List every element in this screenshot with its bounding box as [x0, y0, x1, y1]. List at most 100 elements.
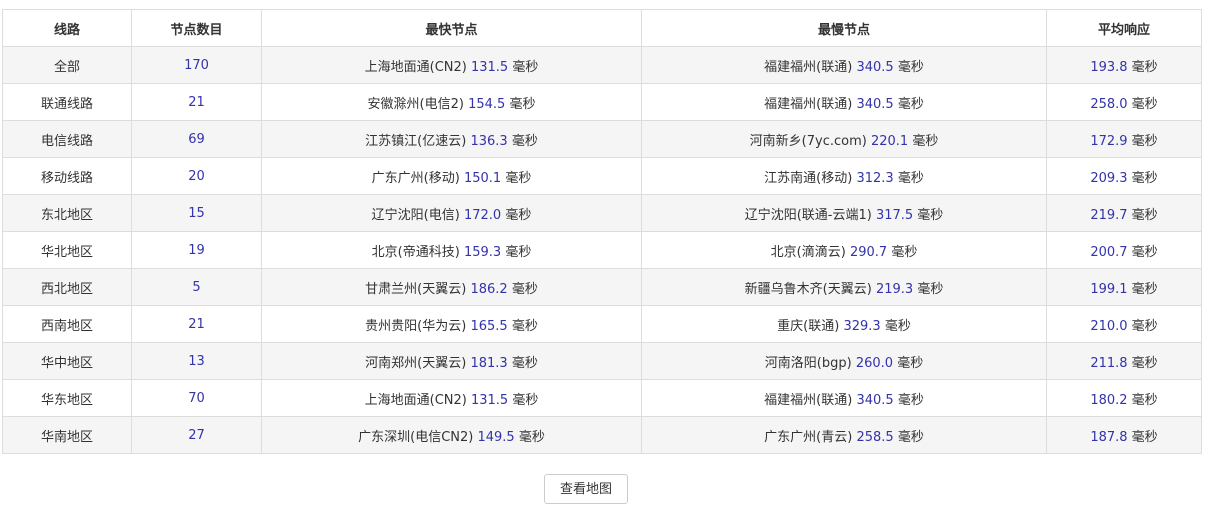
unit-label: 毫秒: [917, 281, 944, 297]
cell-count: 15: [131, 194, 262, 232]
view-map-button[interactable]: 查看地图: [544, 474, 628, 504]
fastest-node-ms: 150.1: [463, 170, 502, 186]
table-row: 华东地区 70 上海地面通(CN2) 131.5 毫秒 福建福州(联通) 340.5 …: [2, 379, 1202, 417]
cell-line: 西南地区: [2, 305, 132, 343]
fastest-node-name: 辽宁沈阳(电信): [371, 207, 460, 223]
slowest-node-ms: 329.3: [843, 318, 881, 334]
fastest-node-ms: 131.5: [470, 59, 509, 75]
cell-average: 210.0 毫秒: [1046, 305, 1202, 343]
unit-label: 毫秒: [912, 133, 939, 149]
header-slowest: 最慢节点: [641, 9, 1047, 47]
cell-average: 211.8 毫秒: [1046, 342, 1202, 380]
cell-fastest: 江苏镇江(亿速云) 136.3 毫秒: [261, 120, 642, 158]
table-row: 华中地区 13 河南郑州(天翼云) 181.3 毫秒 河南洛阳(bgp) 260.0 …: [2, 342, 1202, 380]
cell-line: 华南地区: [2, 416, 132, 454]
average-ms: 219.7: [1090, 207, 1128, 223]
cell-line: 联通线路: [2, 83, 132, 121]
table-row: 全部 170 上海地面通(CN2) 131.5 毫秒 福建福州(联通) 340.5 毫…: [2, 46, 1202, 84]
slowest-node-ms: 340.5: [856, 59, 894, 75]
table-row: 电信线路 69 江苏镇江(亿速云) 136.3 毫秒 河南新乡(7yc.com) 22…: [2, 120, 1202, 158]
slowest-node-name: 福建福州(联通): [764, 59, 853, 75]
slowest-node-ms: 312.3: [856, 170, 894, 186]
slowest-node-ms: 258.5: [856, 429, 894, 445]
slowest-node-name: 福建福州(联通): [764, 96, 853, 112]
unit-label: 毫秒: [505, 244, 532, 260]
fastest-node-name: 河南郑州(天翼云): [365, 355, 467, 371]
cell-fastest: 辽宁沈阳(电信) 172.0 毫秒: [261, 194, 642, 232]
unit-label: 毫秒: [511, 355, 538, 371]
cell-slowest: 福建福州(联通) 340.5 毫秒: [641, 83, 1047, 121]
cell-line: 西北地区: [2, 268, 132, 306]
cell-fastest: 上海地面通(CN2) 131.5 毫秒: [261, 46, 642, 84]
unit-label: 毫秒: [1131, 96, 1158, 112]
cell-count: 13: [131, 342, 262, 380]
unit-label: 毫秒: [917, 207, 944, 223]
unit-label: 毫秒: [511, 318, 538, 334]
line-name: 联通线路: [40, 96, 93, 112]
average-ms: 210.0: [1090, 318, 1128, 334]
cell-slowest: 河南新乡(7yc.com) 220.1 毫秒: [641, 120, 1047, 158]
unit-label: 毫秒: [1131, 281, 1158, 297]
unit-label: 毫秒: [512, 392, 539, 408]
cell-average: 219.7 毫秒: [1046, 194, 1202, 232]
node-count: 170: [184, 57, 209, 73]
cell-count: 21: [131, 305, 262, 343]
fastest-node-name: 广东广州(移动): [371, 170, 460, 186]
line-stats-table: 线路 节点数目 最快节点 最慢节点 平均响应 全部 170 上海地面通(CN2) 1…: [2, 9, 1202, 454]
line-name: 西南地区: [40, 318, 93, 334]
cell-count: 19: [131, 231, 262, 269]
unit-label: 毫秒: [897, 355, 924, 371]
unit-label: 毫秒: [511, 281, 538, 297]
cell-fastest: 广东深圳(电信CN2) 149.5 毫秒: [261, 416, 642, 454]
table-row: 东北地区 15 辽宁沈阳(电信) 172.0 毫秒 辽宁沈阳(联通-云端1) 317.…: [2, 194, 1202, 232]
slowest-node-ms: 340.5: [856, 392, 894, 408]
fastest-node-ms: 186.2: [470, 281, 508, 297]
unit-label: 毫秒: [1131, 207, 1158, 223]
results-table-container: 线路 节点数目 最快节点 最慢节点 平均响应 全部 170 上海地面通(CN2) 1…: [2, 9, 1202, 454]
node-count: 21: [188, 316, 205, 332]
average-ms: 199.1: [1090, 281, 1128, 297]
unit-label: 毫秒: [511, 133, 538, 149]
slowest-node-name: 江苏南通(移动): [764, 170, 853, 186]
cell-slowest: 重庆(联通) 329.3 毫秒: [641, 305, 1047, 343]
cell-line: 移动线路: [2, 157, 132, 195]
table-row: 移动线路 20 广东广州(移动) 150.1 毫秒 江苏南通(移动) 312.3 毫秒…: [2, 157, 1202, 195]
cell-fastest: 贵州贵阳(华为云) 165.5 毫秒: [261, 305, 642, 343]
cell-average: 199.1 毫秒: [1046, 268, 1202, 306]
unit-label: 毫秒: [1131, 392, 1158, 408]
line-name: 东北地区: [40, 207, 93, 223]
cell-fastest: 广东广州(移动) 150.1 毫秒: [261, 157, 642, 195]
cell-slowest: 福建福州(联通) 340.5 毫秒: [641, 46, 1047, 84]
slowest-node-ms: 260.0: [855, 355, 894, 371]
table-header-row: 线路 节点数目 最快节点 最慢节点 平均响应: [2, 9, 1202, 47]
table-row: 西北地区 5 甘肃兰州(天翼云) 186.2 毫秒 新疆乌鲁木齐(天翼云) 219.3…: [2, 268, 1202, 306]
unit-label: 毫秒: [512, 59, 539, 75]
average-ms: 187.8: [1090, 429, 1128, 445]
cell-count: 5: [131, 268, 262, 306]
cell-slowest: 北京(滴滴云) 290.7 毫秒: [641, 231, 1047, 269]
cell-slowest: 福建福州(联通) 340.5 毫秒: [641, 379, 1047, 417]
unit-label: 毫秒: [505, 170, 532, 186]
cell-fastest: 上海地面通(CN2) 131.5 毫秒: [261, 379, 642, 417]
line-name: 华南地区: [40, 429, 93, 445]
header-count: 节点数目: [131, 9, 262, 47]
cell-fastest: 河南郑州(天翼云) 181.3 毫秒: [261, 342, 642, 380]
average-ms: 258.0: [1090, 96, 1128, 112]
cell-fastest: 北京(帝通科技) 159.3 毫秒: [261, 231, 642, 269]
slowest-node-name: 福建福州(联通): [764, 392, 853, 408]
unit-label: 毫秒: [897, 59, 924, 75]
fastest-node-ms: 136.3: [470, 133, 508, 149]
table-row: 西南地区 21 贵州贵阳(华为云) 165.5 毫秒 重庆(联通) 329.3 毫秒 2…: [2, 305, 1202, 343]
cell-average: 187.8 毫秒: [1046, 416, 1202, 454]
unit-label: 毫秒: [1131, 244, 1158, 260]
table-row: 华北地区 19 北京(帝通科技) 159.3 毫秒 北京(滴滴云) 290.7 毫秒 2…: [2, 231, 1202, 269]
fastest-node-name: 广东深圳(电信CN2): [358, 429, 474, 445]
node-count: 5: [192, 279, 201, 295]
table-row: 联通线路 21 安徽滁州(电信2) 154.5 毫秒 福建福州(联通) 340.5 毫…: [2, 83, 1202, 121]
unit-label: 毫秒: [891, 244, 918, 260]
cell-average: 200.7 毫秒: [1046, 231, 1202, 269]
line-name: 华中地区: [40, 355, 93, 371]
fastest-node-ms: 159.3: [463, 244, 502, 260]
cell-count: 69: [131, 120, 262, 158]
unit-label: 毫秒: [1131, 318, 1158, 334]
